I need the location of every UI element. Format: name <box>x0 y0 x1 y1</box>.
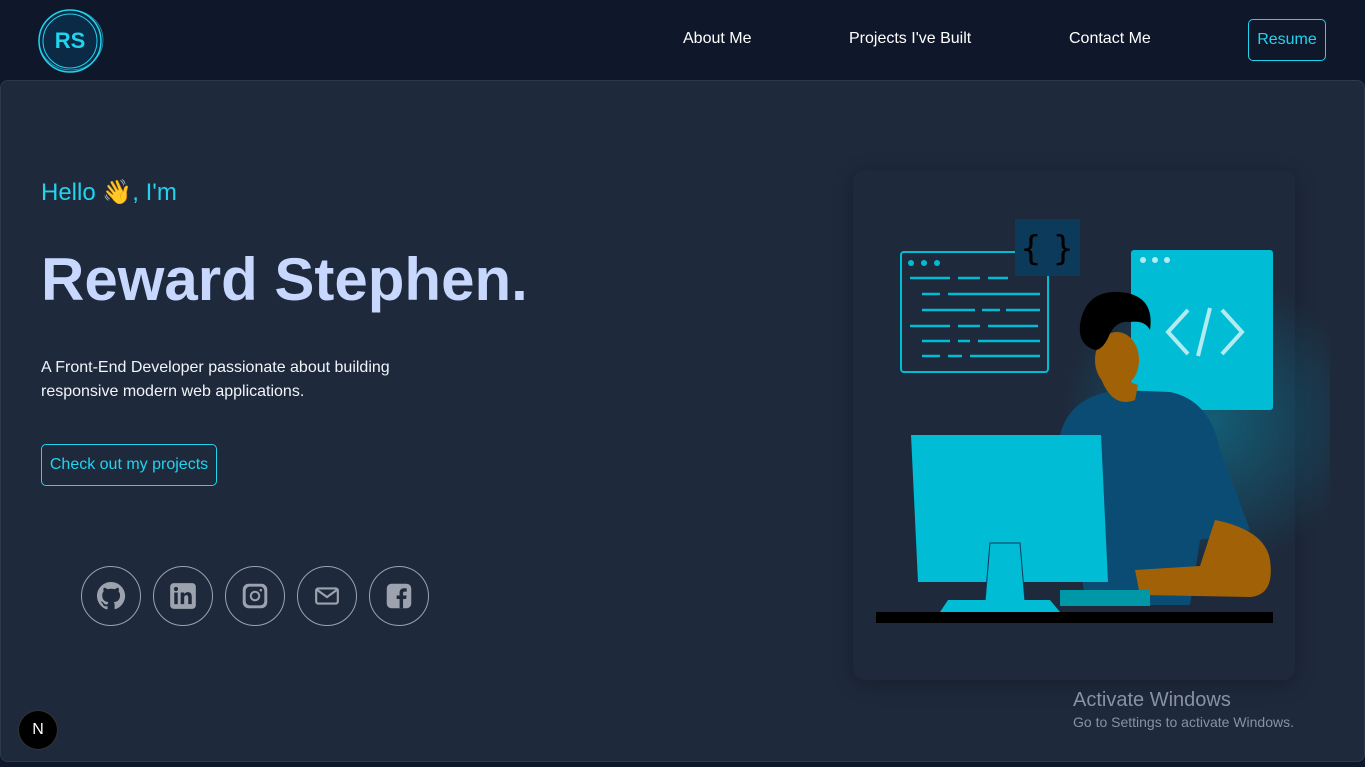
nextjs-dev-badge[interactable]: N <box>19 711 57 749</box>
hero-greeting: Hello 👋, I'm <box>41 179 177 206</box>
logo[interactable]: RS <box>36 7 104 75</box>
mail-icon <box>315 587 339 605</box>
hero-description: A Front-End Developer passionate about b… <box>41 359 390 400</box>
top-navbar: RS About Me Projects I've Built Contact … <box>0 0 1365 80</box>
check-projects-button[interactable]: Check out my projects <box>41 444 217 486</box>
windows-activation-title: Activate Windows <box>1073 689 1231 711</box>
linkedin-link[interactable] <box>153 566 213 626</box>
instagram-link[interactable] <box>225 566 285 626</box>
resume-button[interactable]: Resume <box>1248 19 1326 61</box>
linkedin-icon <box>170 583 196 609</box>
hero-name: Reward Stephen. <box>41 246 528 313</box>
nav-about-me[interactable]: About Me <box>683 30 751 48</box>
instagram-icon <box>242 583 268 609</box>
logo-text: RS <box>54 28 86 53</box>
facebook-icon <box>386 583 412 609</box>
github-icon <box>97 582 126 610</box>
developer-illustration: { } <box>876 219 1330 623</box>
nav-projects[interactable]: Projects I've Built <box>849 30 971 48</box>
windows-activation-subtitle: Go to Settings to activate Windows. <box>1073 714 1294 730</box>
facebook-link[interactable] <box>369 566 429 626</box>
nav-contact-me[interactable]: Contact Me <box>1069 30 1151 48</box>
email-link[interactable] <box>297 566 357 626</box>
svg-text:{ }: { } <box>1020 229 1074 269</box>
github-link[interactable] <box>81 566 141 626</box>
